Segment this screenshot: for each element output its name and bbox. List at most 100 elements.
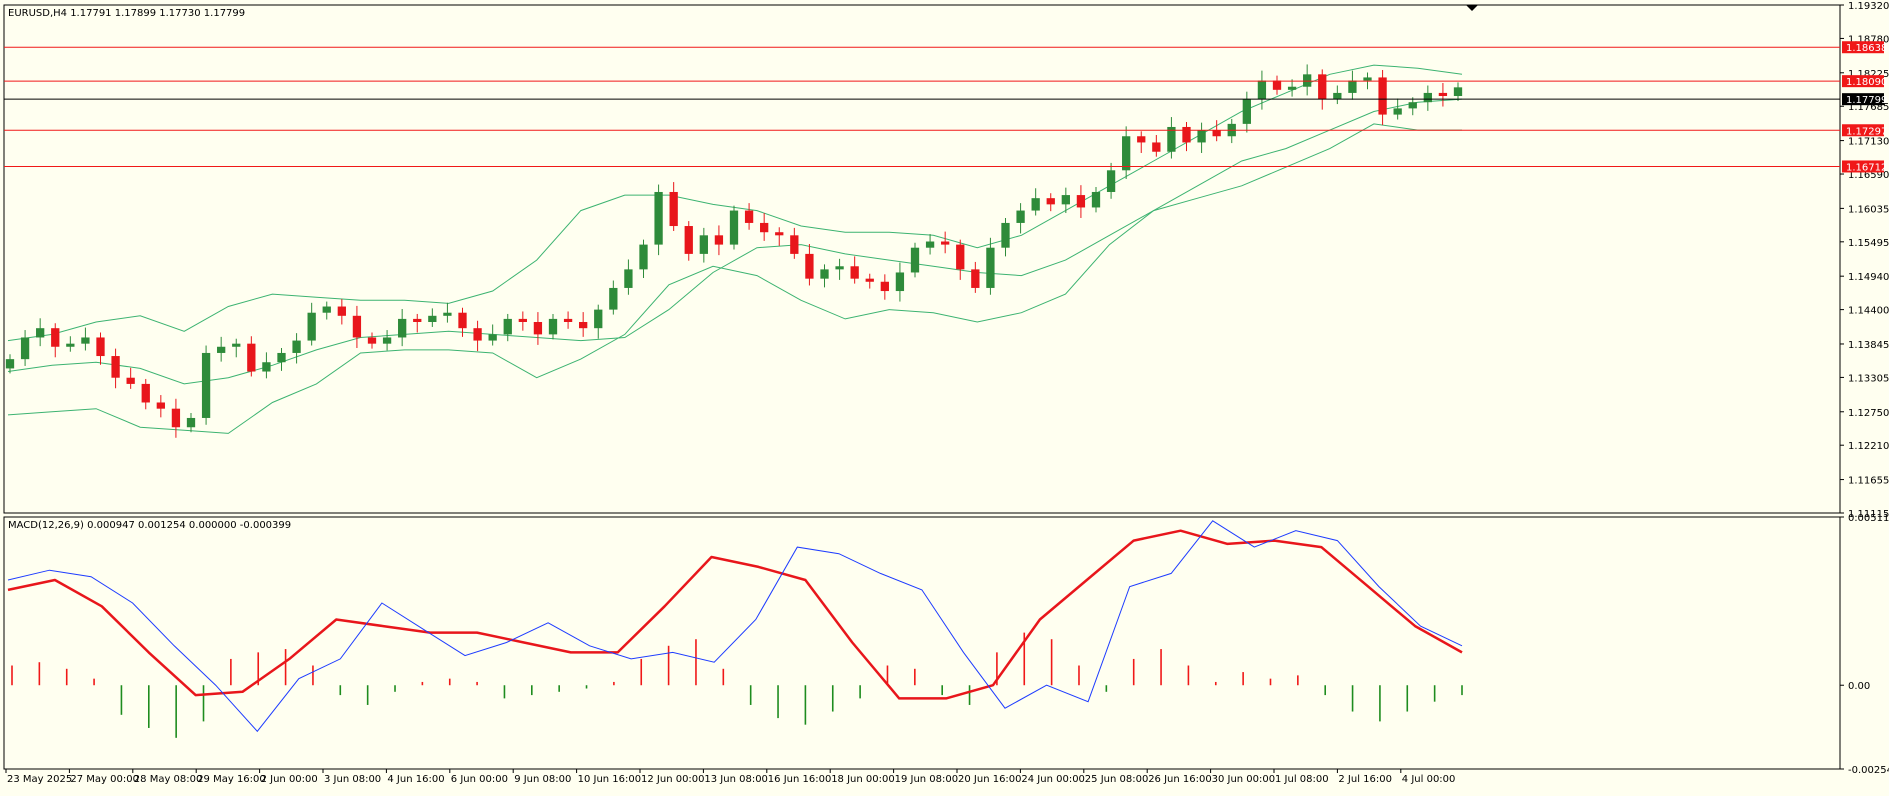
level-price-label: 1.18638 [1846, 43, 1887, 54]
time-tick-label: 25 Jun 08:00 [1085, 774, 1149, 785]
candle-bullish [1408, 102, 1417, 109]
time-tick-label: 19 Jun 08:00 [895, 774, 959, 785]
level-price-label: 1.16712 [1846, 162, 1887, 173]
current-price-label: 1.17799 [1846, 95, 1887, 106]
candle-bullish [1303, 74, 1312, 87]
chart-canvas[interactable]: 1.193201.187801.182251.176851.171301.165… [0, 0, 1889, 792]
candle-bullish [1333, 92, 1342, 100]
candle-bearish [1076, 195, 1086, 208]
candle-bullish [925, 241, 935, 248]
time-tick-label: 2 Jul 16:00 [1338, 774, 1392, 785]
candle-bearish [473, 328, 482, 341]
time-tick-label: 6 Jun 00:00 [451, 774, 508, 785]
candle-bullish [1001, 222, 1010, 248]
candle-bullish [503, 318, 512, 335]
candle-bearish [156, 402, 165, 409]
price-tick-label: 1.11655 [1848, 476, 1889, 487]
candle-bearish [956, 244, 965, 270]
candle-bearish [775, 232, 784, 236]
price-tick-label: 1.15495 [1848, 238, 1889, 249]
candle-bearish [337, 306, 346, 316]
candle-bullish [729, 210, 739, 245]
time-tick-label: 23 May 2025 [7, 774, 72, 785]
time-tick-label: 30 Jun 00:00 [1212, 774, 1276, 785]
time-tick-label: 28 May 08:00 [134, 774, 203, 785]
candle-bullish [398, 318, 407, 338]
candle-bearish [865, 278, 874, 282]
time-tick-label: 13 Jun 08:00 [704, 774, 768, 785]
candle-bullish [232, 343, 241, 347]
candle-bearish [714, 235, 724, 245]
candle-bullish [186, 417, 196, 428]
candle-bearish [352, 315, 362, 338]
candle-bullish [699, 235, 708, 254]
candle-bearish [1318, 74, 1327, 100]
candle-bullish [201, 352, 211, 418]
candle-bullish [217, 346, 226, 353]
candle-bearish [413, 318, 422, 322]
candle-bearish [96, 337, 105, 357]
candle-bearish [669, 191, 678, 227]
candle-bullish [1061, 195, 1070, 205]
candle-bullish [20, 337, 30, 360]
macd-tick-label: 0.00 [1848, 681, 1870, 692]
candle-bearish [51, 328, 60, 347]
time-tick-label: 24 Jun 00:00 [1021, 774, 1085, 785]
candle-bullish [322, 306, 331, 313]
candle-bullish [428, 315, 437, 322]
candle-bullish [1453, 87, 1463, 97]
candle-bullish [1091, 191, 1101, 208]
candle-bearish [805, 253, 814, 279]
candle-bearish [126, 377, 135, 384]
candle-bullish [624, 269, 633, 288]
candle-bearish [458, 312, 467, 329]
candle-bullish [609, 287, 618, 310]
candle-bullish [307, 312, 316, 341]
price-tick-label: 1.12210 [1848, 441, 1889, 452]
trading-chart[interactable]: 1.19320 1.18780 1.18225 1.17685 1.17130 1.165… [0, 0, 1889, 792]
candle-bearish [941, 241, 950, 245]
candle-bearish [1152, 142, 1161, 152]
candle-bullish [1106, 170, 1116, 192]
candle-bullish [1363, 77, 1372, 81]
candle-bearish [1046, 198, 1055, 205]
time-tick-label: 3 Jun 08:00 [324, 774, 381, 785]
candle-bullish [820, 269, 829, 279]
candle-bearish [1438, 92, 1448, 97]
candle-bearish [1182, 126, 1191, 143]
candle-bullish [66, 343, 75, 347]
candle-bullish [382, 337, 392, 344]
price-tick-label: 1.14400 [1848, 306, 1889, 317]
time-tick-label: 1 Jul 08:00 [1275, 774, 1329, 785]
price-tick-label: 1.13305 [1848, 373, 1889, 384]
time-tick-label: 4 Jun 16:00 [387, 774, 444, 785]
candle-bullish [1393, 108, 1402, 115]
candle-bullish [81, 337, 90, 344]
macd-tick-label: -0.002548 [1848, 765, 1889, 776]
candle-bullish [835, 266, 844, 270]
candle-bullish [5, 359, 15, 369]
time-tick-label: 10 Jun 16:00 [578, 774, 642, 785]
time-tick-label: 18 Jun 00:00 [831, 774, 895, 785]
candle-bearish [171, 408, 181, 428]
macd-tick-label: 0.005117 [1848, 513, 1889, 524]
candle-bullish [1197, 130, 1206, 143]
symbol-info: EURUSD,H4 1.17791 1.17899 1.17730 1.1779… [8, 8, 245, 19]
candle-bearish [1212, 130, 1221, 137]
time-tick-label: 4 Jul 00:00 [1402, 774, 1456, 785]
candle-bearish [367, 337, 377, 344]
candle-bullish [1122, 136, 1131, 171]
candle-bullish [1423, 92, 1432, 103]
time-tick-label: 9 Jun 08:00 [514, 774, 571, 785]
price-tick-label: 1.19320 [1848, 1, 1889, 12]
candle-bearish [563, 318, 573, 322]
candle-bullish [292, 340, 301, 353]
price-tick-label: 1.17130 [1848, 137, 1889, 148]
candle-bullish [488, 334, 497, 341]
time-tick-label: 12 Jun 00:00 [641, 774, 705, 785]
candle-bearish [518, 318, 527, 322]
candle-bullish [1257, 80, 1267, 100]
level-price-label: 1.18090 [1846, 77, 1887, 88]
candle-bullish [986, 247, 995, 288]
candle-bullish [639, 244, 648, 270]
